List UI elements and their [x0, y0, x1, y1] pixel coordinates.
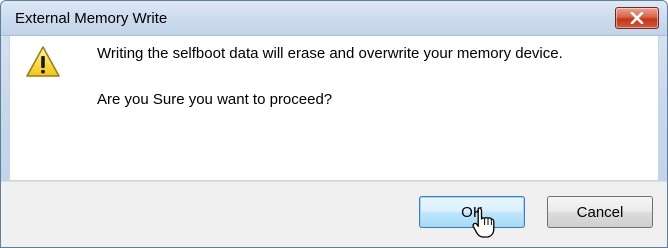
- warning-icon: [26, 46, 60, 77]
- message-line-1: Writing the selfboot data will erase and…: [97, 45, 563, 62]
- cancel-button[interactable]: Cancel: [547, 196, 653, 228]
- title-bar: External Memory Write: [1, 1, 667, 36]
- dialog-window: External Memory Write Writing the selfbo…: [0, 0, 668, 248]
- close-icon: [630, 12, 644, 24]
- window-title: External Memory Write: [15, 10, 168, 27]
- close-button[interactable]: [615, 7, 659, 29]
- message-line-2: Are you Sure you want to proceed?: [97, 91, 333, 108]
- ok-button[interactable]: OK: [419, 196, 525, 228]
